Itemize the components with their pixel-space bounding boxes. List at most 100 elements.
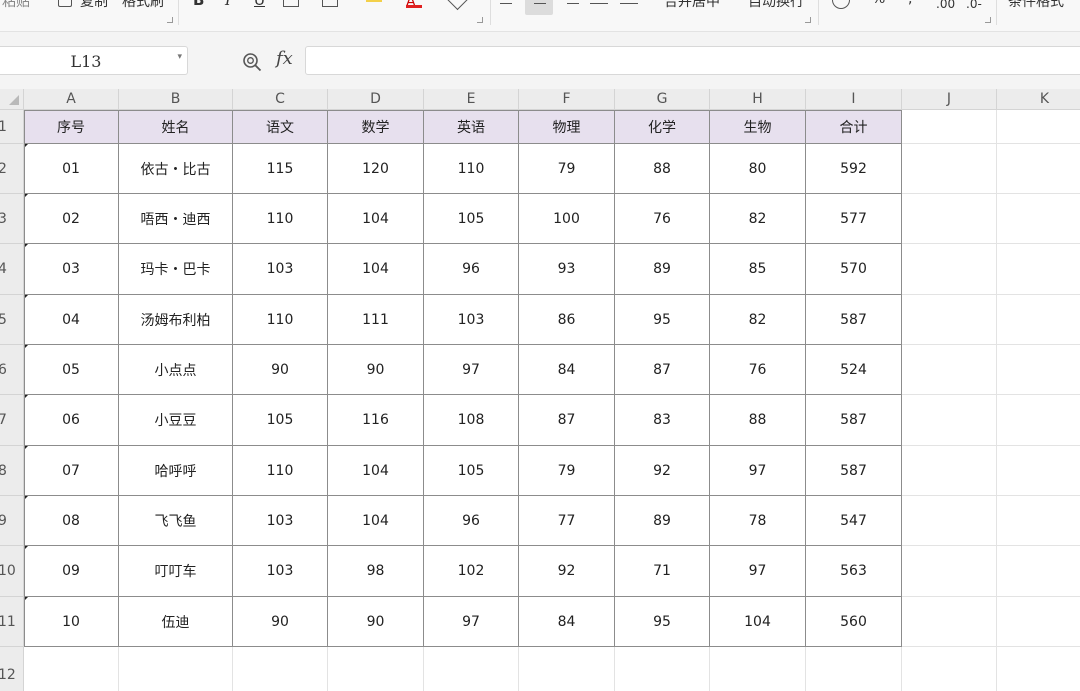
table-cell[interactable]: 10 — [24, 597, 119, 647]
table-cell[interactable]: 07 — [24, 446, 119, 496]
copy-button[interactable]: 复制 — [80, 0, 108, 11]
table-cell[interactable]: 82 — [710, 194, 806, 244]
table-cell[interactable]: 90 — [328, 345, 424, 395]
table-cell[interactable]: 115 — [233, 144, 328, 194]
column-header-j[interactable]: J — [902, 89, 997, 110]
table-cell[interactable]: 103 — [233, 244, 328, 295]
empty-cell[interactable] — [424, 647, 519, 691]
empty-cell[interactable] — [902, 244, 997, 295]
table-cell[interactable]: 03 — [24, 244, 119, 295]
row-header-9[interactable]: 9 — [0, 496, 24, 546]
header-cell[interactable]: 物理 — [519, 110, 615, 144]
empty-cell[interactable] — [328, 647, 424, 691]
table-cell[interactable]: 120 — [328, 144, 424, 194]
column-header-i[interactable]: I — [806, 89, 902, 110]
table-cell[interactable]: 02 — [24, 194, 119, 244]
table-cell[interactable]: 110 — [233, 194, 328, 244]
table-cell[interactable]: 76 — [615, 194, 710, 244]
table-cell[interactable]: 105 — [424, 194, 519, 244]
name-cell[interactable]: 小点点 — [119, 345, 233, 395]
table-cell[interactable]: 89 — [615, 244, 710, 295]
number-group-expand-icon[interactable] — [985, 17, 991, 23]
empty-cell[interactable] — [902, 496, 997, 546]
header-cell[interactable]: 生物 — [710, 110, 806, 144]
conditional-format-button[interactable]: 条件格式 — [1008, 0, 1064, 11]
fill-color-icon[interactable] — [366, 0, 382, 2]
table-cell[interactable]: 93 — [519, 244, 615, 295]
column-header-a[interactable]: A — [24, 89, 119, 110]
empty-cell[interactable] — [997, 244, 1080, 295]
table-cell[interactable]: 563 — [806, 546, 902, 597]
table-cell[interactable]: 110 — [233, 446, 328, 496]
table-cell[interactable]: 103 — [424, 295, 519, 345]
fill-border-icon[interactable] — [322, 0, 338, 7]
table-cell[interactable]: 06 — [24, 395, 119, 446]
table-cell[interactable]: 104 — [328, 244, 424, 295]
table-cell[interactable]: 103 — [233, 496, 328, 546]
empty-cell[interactable] — [997, 110, 1080, 144]
row-header-11[interactable]: 11 — [0, 597, 24, 647]
zoom-icon[interactable] — [242, 52, 262, 72]
header-cell[interactable]: 姓名 — [119, 110, 233, 144]
distributed-icon[interactable] — [620, 0, 638, 8]
table-cell[interactable]: 97 — [710, 446, 806, 496]
table-cell[interactable]: 85 — [710, 244, 806, 295]
table-cell[interactable]: 97 — [424, 597, 519, 647]
clipboard-group-expand-icon[interactable] — [167, 17, 173, 23]
column-header-f[interactable]: F — [519, 89, 615, 110]
empty-cell[interactable] — [997, 597, 1080, 647]
name-cell[interactable]: 叮叮车 — [119, 546, 233, 597]
table-cell[interactable]: 83 — [615, 395, 710, 446]
name-cell[interactable]: 小豆豆 — [119, 395, 233, 446]
increase-decimal-button[interactable]: .00 — [936, 0, 955, 11]
comma-button[interactable]: , — [908, 0, 912, 7]
table-cell[interactable]: 96 — [424, 496, 519, 546]
table-cell[interactable]: 524 — [806, 345, 902, 395]
table-cell[interactable]: 04 — [24, 295, 119, 345]
table-cell[interactable]: 88 — [710, 395, 806, 446]
name-cell[interactable]: 唔西・迪西 — [119, 194, 233, 244]
name-cell[interactable]: 汤姆布利柏 — [119, 295, 233, 345]
table-cell[interactable]: 84 — [519, 597, 615, 647]
empty-cell[interactable] — [902, 597, 997, 647]
table-cell[interactable]: 547 — [806, 496, 902, 546]
table-cell[interactable]: 79 — [519, 144, 615, 194]
table-cell[interactable]: 104 — [328, 194, 424, 244]
empty-cell[interactable] — [997, 144, 1080, 194]
table-cell[interactable]: 88 — [615, 144, 710, 194]
table-cell[interactable]: 592 — [806, 144, 902, 194]
name-box-dropdown-icon[interactable]: ▾ — [177, 52, 182, 62]
paste-button[interactable]: 粘贴 — [2, 0, 30, 11]
table-cell[interactable]: 105 — [424, 446, 519, 496]
table-cell[interactable]: 97 — [424, 345, 519, 395]
table-cell[interactable]: 570 — [806, 244, 902, 295]
row-header-8[interactable]: 8 — [0, 446, 24, 496]
decrease-decimal-button[interactable]: .0- — [966, 0, 982, 11]
empty-cell[interactable] — [997, 345, 1080, 395]
header-cell[interactable]: 化学 — [615, 110, 710, 144]
table-cell[interactable]: 82 — [710, 295, 806, 345]
table-cell[interactable]: 79 — [519, 446, 615, 496]
table-cell[interactable]: 100 — [519, 194, 615, 244]
empty-cell[interactable] — [902, 345, 997, 395]
name-cell[interactable]: 依古・比古 — [119, 144, 233, 194]
table-cell[interactable]: 92 — [615, 446, 710, 496]
percent-button[interactable]: % — [872, 0, 885, 7]
table-cell[interactable]: 104 — [710, 597, 806, 647]
header-cell[interactable]: 序号 — [24, 110, 119, 144]
table-cell[interactable]: 104 — [328, 496, 424, 546]
table-cell[interactable]: 78 — [710, 496, 806, 546]
row-header-2[interactable]: 2 — [0, 144, 24, 194]
table-cell[interactable]: 87 — [615, 345, 710, 395]
currency-icon[interactable] — [832, 0, 850, 9]
row-header-4[interactable]: 4 — [0, 244, 24, 295]
select-all-corner[interactable] — [0, 89, 24, 110]
header-cell[interactable]: 数学 — [328, 110, 424, 144]
empty-cell[interactable] — [902, 647, 997, 691]
table-cell[interactable]: 108 — [424, 395, 519, 446]
row-header-10[interactable]: 10 — [0, 546, 24, 597]
table-cell[interactable]: 110 — [424, 144, 519, 194]
table-cell[interactable]: 09 — [24, 546, 119, 597]
column-header-g[interactable]: G — [615, 89, 710, 110]
table-cell[interactable]: 90 — [233, 345, 328, 395]
